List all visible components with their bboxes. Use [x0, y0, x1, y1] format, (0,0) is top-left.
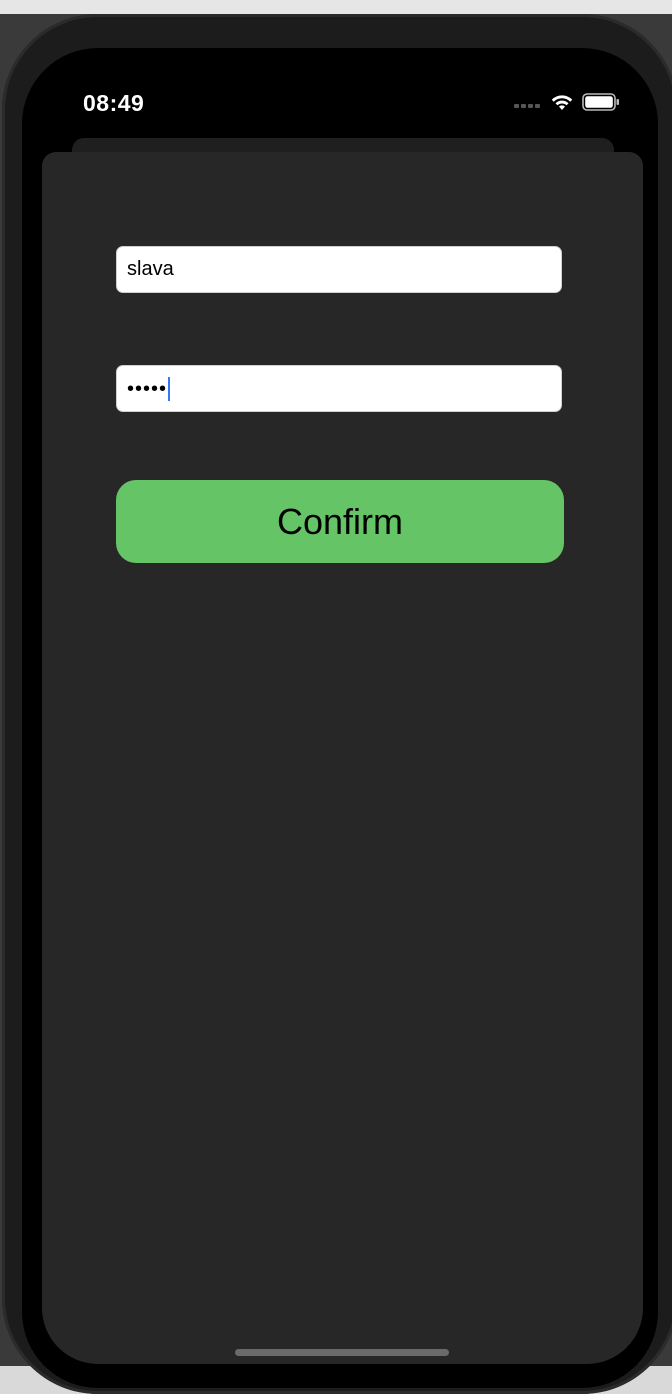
desktop-top-strip: [0, 0, 672, 14]
password-field[interactable]: •••••: [116, 365, 562, 412]
device-frame: 08:49 slava ••••• Confirm: [2, 14, 672, 1394]
username-value: slava: [127, 258, 174, 280]
battery-icon: [582, 92, 620, 116]
wifi-icon: [550, 93, 574, 116]
signal-dots-icon: [514, 95, 542, 113]
device-screen: 08:49 slava ••••• Confirm: [22, 48, 658, 1388]
confirm-button[interactable]: Confirm: [116, 480, 564, 563]
home-indicator[interactable]: [235, 1349, 449, 1356]
status-time: 08:49: [83, 90, 145, 116]
status-icons: [514, 92, 620, 116]
status-bar: 08:49: [22, 48, 658, 148]
text-cursor: [168, 376, 171, 401]
username-field[interactable]: slava: [116, 246, 562, 293]
password-masked-value: •••••: [127, 377, 168, 400]
login-sheet: slava ••••• Confirm: [42, 152, 643, 1364]
confirm-button-label: Confirm: [276, 500, 404, 542]
